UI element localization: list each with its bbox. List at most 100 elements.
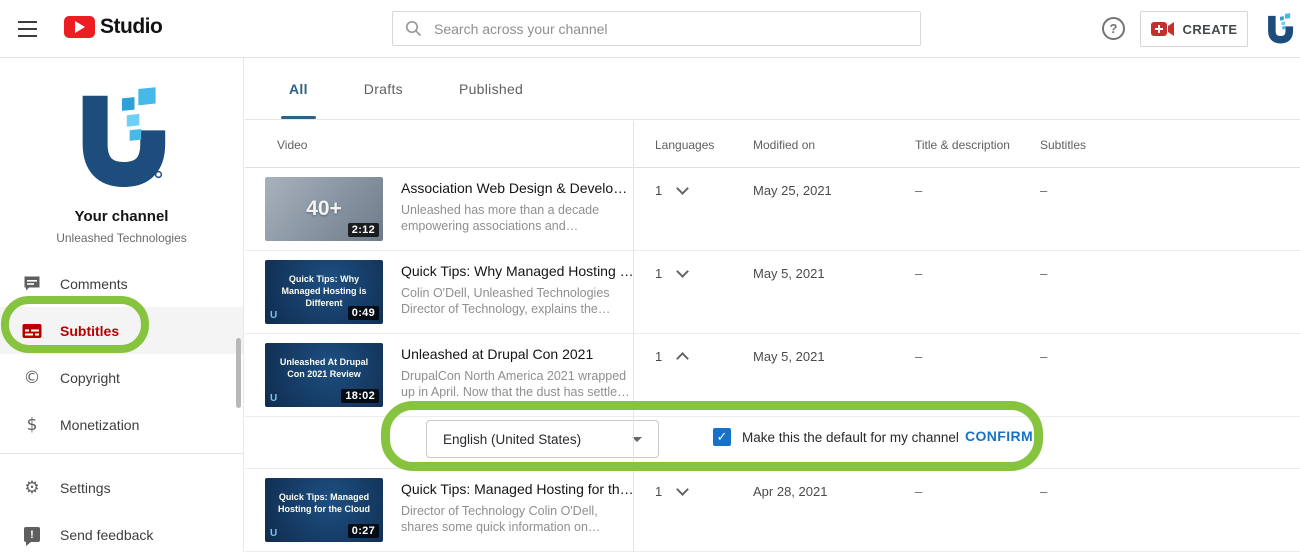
- default-checkbox[interactable]: ✓: [713, 428, 731, 446]
- table-row: Quick Tips: Managed Hosting for the Clou…: [245, 469, 1300, 552]
- video-title[interactable]: Quick Tips: Why Managed Hosting is Di…: [401, 263, 634, 279]
- channel-search-box[interactable]: [392, 11, 921, 46]
- create-button[interactable]: CREATE: [1140, 11, 1248, 47]
- sidebar-item-label: Subtitles: [60, 323, 119, 339]
- sidebar-item-subtitles[interactable]: Subtitles: [0, 307, 243, 354]
- help-icon[interactable]: ?: [1102, 17, 1125, 40]
- video-plus-icon: [1151, 21, 1175, 37]
- column-header-title-description: Title & description: [915, 138, 1010, 152]
- youtube-studio-logo[interactable]: Studio: [64, 15, 162, 39]
- table-row: Unleashed At Drupal Con 2021 Review U 18…: [245, 334, 1300, 417]
- comment-icon: [20, 275, 44, 293]
- table-row: 40+ 2:12 Association Web Design & Develo…: [245, 168, 1300, 251]
- languages-cell[interactable]: 1: [655, 349, 687, 364]
- video-title[interactable]: Association Web Design & Development: [401, 180, 634, 196]
- thumbnail-caption: Unleashed At Drupal Con 2021 Review: [265, 356, 383, 380]
- column-header-modified-on: Modified on: [753, 138, 815, 152]
- youtube-play-icon: [64, 16, 95, 38]
- thumbnail-caption: Quick Tips: Managed Hosting for the Clou…: [265, 491, 383, 515]
- tab-drafts[interactable]: Drafts: [350, 58, 417, 119]
- tab-bar: All Drafts Published: [245, 58, 1300, 120]
- channel-name: Unleashed Technologies: [0, 231, 243, 245]
- table-header: Video Languages Modified on Title & desc…: [245, 120, 1300, 168]
- video-duration-badge: 0:27: [348, 524, 379, 538]
- subtitles-cell: –: [1040, 266, 1047, 281]
- modified-on-cell: May 25, 2021: [753, 183, 832, 198]
- create-button-label: CREATE: [1183, 22, 1238, 37]
- tab-published[interactable]: Published: [445, 58, 537, 119]
- languages-cell[interactable]: 1: [655, 484, 687, 499]
- sidebar-item-label: Copyright: [60, 370, 120, 386]
- confirm-button[interactable]: CONFIRM: [965, 428, 1033, 444]
- video-thumbnail[interactable]: Quick Tips: Managed Hosting for the Clou…: [265, 478, 383, 542]
- copyright-icon: ©: [20, 368, 44, 388]
- title-description-cell: –: [915, 484, 922, 499]
- video-duration-badge: 0:49: [348, 306, 379, 320]
- languages-cell[interactable]: 1: [655, 183, 687, 198]
- default-checkbox-label: Make this the default for my channel: [742, 430, 959, 445]
- languages-count: 1: [655, 266, 662, 281]
- dollar-icon: $: [20, 415, 44, 435]
- sidebar-nav: Comments Subtitles © Copyright $ Monetiz…: [0, 260, 243, 552]
- sidebar-item-settings[interactable]: ⚙ Settings: [0, 464, 243, 511]
- title-description-cell: –: [915, 349, 922, 364]
- chevron-down-icon[interactable]: [676, 182, 689, 195]
- sidebar-item-label: Settings: [60, 480, 111, 496]
- chevron-up-icon[interactable]: [676, 352, 689, 365]
- language-select-value: English (United States): [443, 432, 581, 447]
- studio-logo-text: Studio: [100, 15, 162, 39]
- search-icon: [405, 20, 422, 37]
- video-title[interactable]: Unleashed at Drupal Con 2021: [401, 346, 634, 362]
- modified-on-cell: May 5, 2021: [753, 266, 825, 281]
- thumbnail-watermark: U: [270, 528, 277, 539]
- channel-logo: [74, 86, 170, 192]
- sidebar-scrollbar[interactable]: [236, 338, 241, 408]
- subtitles-cell: –: [1040, 349, 1047, 364]
- checkmark-icon: ✓: [717, 429, 728, 445]
- your-channel-title: Your channel: [0, 208, 243, 225]
- modified-on-cell: Apr 28, 2021: [753, 484, 827, 499]
- search-input[interactable]: [434, 21, 908, 37]
- video-description: Director of Technology Colin O'Dell, sha…: [401, 503, 634, 535]
- youtube-studio-subtitles-page: Studio ? CREATE: [0, 0, 1300, 552]
- feedback-icon: !: [20, 527, 44, 542]
- subtitles-cell: –: [1040, 484, 1047, 499]
- sidebar-item-label: Monetization: [60, 417, 139, 433]
- sidebar-item-copyright[interactable]: © Copyright: [0, 354, 243, 401]
- sidebar-item-send-feedback[interactable]: ! Send feedback: [0, 511, 243, 552]
- add-language-panel: English (United States) ✓ Make this the …: [245, 417, 1300, 469]
- chevron-down-icon[interactable]: [676, 483, 689, 496]
- column-header-languages: Languages: [655, 138, 714, 152]
- table-row: Quick Tips: Why Managed Hosting is Diffe…: [245, 251, 1300, 334]
- sidebar-item-label: Send feedback: [60, 527, 153, 543]
- sidebar-item-label: Comments: [60, 276, 128, 292]
- menu-icon[interactable]: [18, 21, 40, 37]
- video-description: Unleashed has more than a decade empower…: [401, 202, 634, 234]
- title-description-cell: –: [915, 266, 922, 281]
- title-description-cell: –: [915, 183, 922, 198]
- tab-all[interactable]: All: [275, 58, 322, 119]
- languages-count: 1: [655, 349, 662, 364]
- thumbnail-watermark: U: [270, 310, 277, 321]
- video-title[interactable]: Quick Tips: Managed Hosting for the Cl…: [401, 481, 634, 497]
- gear-icon: ⚙: [20, 478, 44, 498]
- languages-count: 1: [655, 484, 662, 499]
- account-avatar[interactable]: [1264, 13, 1296, 45]
- sidebar-item-monetization[interactable]: $ Monetization: [0, 401, 243, 448]
- language-select[interactable]: English (United States): [426, 420, 659, 458]
- languages-cell[interactable]: 1: [655, 266, 687, 281]
- video-thumbnail[interactable]: 40+ 2:12: [265, 177, 383, 241]
- video-thumbnail[interactable]: Quick Tips: Why Managed Hosting is Diffe…: [265, 260, 383, 324]
- subtitles-icon: [20, 323, 44, 339]
- column-header-subtitles: Subtitles: [1040, 138, 1086, 152]
- modified-on-cell: May 5, 2021: [753, 349, 825, 364]
- thumbnail-watermark: U: [270, 393, 277, 404]
- chevron-down-icon[interactable]: [676, 265, 689, 278]
- languages-count: 1: [655, 183, 662, 198]
- sidebar-item-comments[interactable]: Comments: [0, 260, 243, 307]
- video-duration-badge: 18:02: [341, 389, 379, 403]
- video-thumbnail[interactable]: Unleashed At Drupal Con 2021 Review U 18…: [265, 343, 383, 407]
- column-header-video: Video: [277, 138, 307, 152]
- column-separator: [633, 121, 634, 552]
- sidebar-divider: [0, 453, 243, 454]
